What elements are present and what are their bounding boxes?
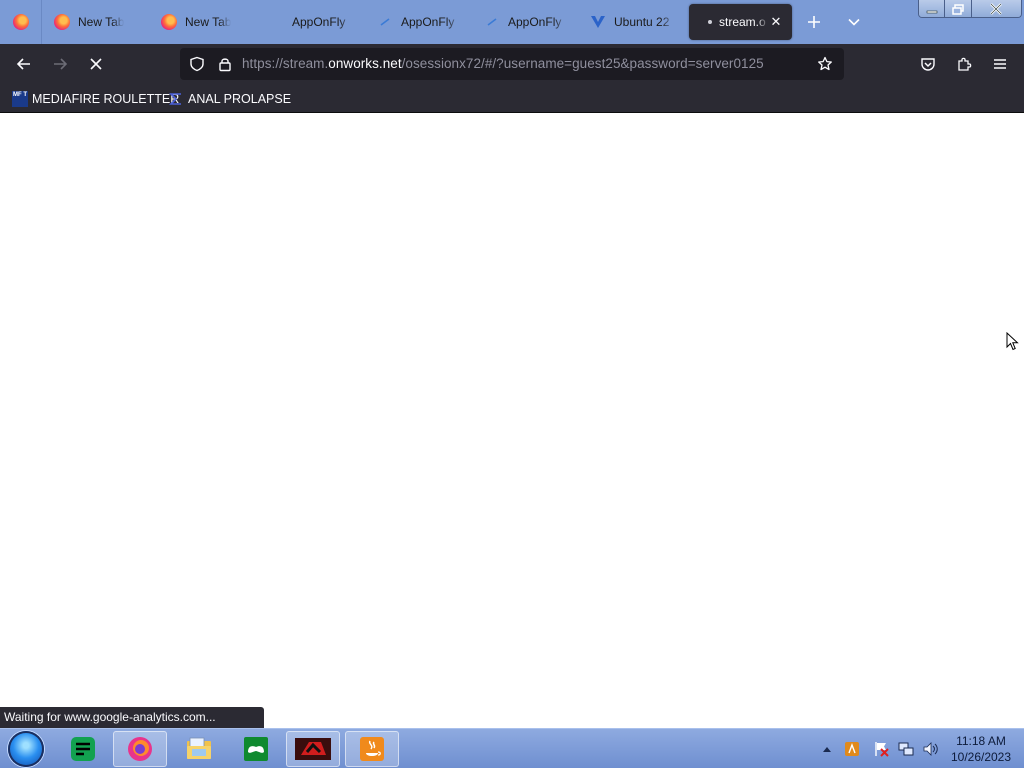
speaker-icon [923, 742, 938, 756]
mediafire-favicon: MF T [12, 91, 28, 107]
back-button[interactable] [10, 50, 38, 78]
close-icon [990, 3, 1003, 15]
triangle-up-icon [823, 747, 831, 752]
loading-dot-icon [707, 14, 713, 30]
bookmarks-toolbar: MF T MEDIAFIRE ROULETTER ANAL PROLAPSE [0, 84, 1024, 113]
lock-icon[interactable] [217, 56, 233, 72]
bookmark-star-icon[interactable] [817, 56, 833, 72]
taskbar-planner[interactable] [56, 731, 110, 767]
clock-date: 10/26/2023 [950, 750, 1012, 764]
url-bar[interactable]: https://stream.onworks.net/osessionx72/#… [180, 48, 844, 80]
close-tab-icon[interactable]: ✕ [768, 14, 784, 30]
taskbar-file-explorer[interactable] [172, 731, 226, 767]
arrow-right-icon [54, 58, 68, 70]
mouse-cursor-icon [1006, 332, 1019, 351]
tray-action-center[interactable] [873, 741, 889, 757]
show-hidden-icons[interactable] [819, 741, 835, 757]
xbox-icon [244, 737, 268, 761]
pocket-icon [921, 58, 935, 71]
firefox-icon [128, 737, 152, 761]
firefox-view-button[interactable] [0, 0, 42, 44]
planner-icon [71, 737, 95, 761]
url-host: onworks.net [328, 56, 402, 71]
url-prefix: https://stream. [242, 56, 329, 71]
tab-label: New Tab [185, 15, 232, 29]
taskbar-xbox[interactable] [229, 731, 283, 767]
url-path: /osessionx72/#/?username=guest25&passwor… [401, 56, 764, 71]
tab-label: stream.o [719, 15, 766, 29]
hamburger-menu-icon [994, 59, 1006, 69]
tray-app-icon [845, 742, 859, 756]
restore-icon [952, 3, 964, 15]
restore-button[interactable] [945, 0, 972, 17]
tab-label: AppOnFly [292, 15, 346, 29]
tab-new-tab-1[interactable]: New Tab [54, 4, 154, 40]
list-all-tabs-button[interactable] [840, 8, 868, 36]
tab-ubuntu[interactable]: Ubuntu 22 [590, 4, 676, 40]
arrow-left-icon [16, 58, 30, 70]
tab-apponfly-1[interactable]: AppOnFly [268, 4, 356, 40]
pocket-button[interactable] [914, 50, 942, 78]
chevron-down-icon [848, 18, 860, 26]
taskbar-media-app[interactable] [286, 731, 340, 767]
status-panel: Waiting for www.google-analytics.com... [0, 707, 264, 728]
tab-label: AppOnFly [508, 15, 562, 29]
apponfly-icon [377, 14, 393, 30]
puzzle-icon [958, 57, 972, 71]
tab-new-tab-2[interactable]: New Tab [161, 4, 261, 40]
shield-icon[interactable] [189, 56, 205, 72]
apponfly-icon [484, 14, 500, 30]
window-controls [918, 0, 1022, 18]
taskbar: 11:18 AM 10/26/2023 [0, 728, 1024, 768]
blank-icon [268, 14, 284, 30]
url-text[interactable]: https://stream.onworks.net/osessionx72/#… [242, 56, 764, 71]
stop-loading-button[interactable] [82, 50, 110, 78]
file-explorer-icon [187, 737, 211, 759]
navigation-toolbar: https://stream.onworks.net/osessionx72/#… [0, 44, 1024, 84]
stop-icon [90, 58, 102, 70]
bookmark-label: ANAL PROLAPSE [188, 92, 292, 106]
media-app-icon [295, 738, 331, 760]
firefox-icon [54, 14, 70, 30]
flag-icon [875, 742, 889, 757]
tab-label: New Tab [78, 15, 125, 29]
tab-label: AppOnFly [401, 15, 455, 29]
app-menu-button[interactable] [986, 50, 1014, 78]
firefox-icon [12, 14, 29, 30]
bookmark-anal-prolapse[interactable]: ANAL PROLAPSE [168, 89, 291, 109]
taskbar-clock[interactable]: 11:18 AM 10/26/2023 [948, 733, 1014, 765]
tab-strip: New Tab New Tab AppOnFly AppOnFly AppOnF… [0, 0, 1024, 44]
plus-icon [808, 16, 820, 28]
tab-apponfly-2[interactable]: AppOnFly [377, 4, 461, 40]
firefox-icon [161, 14, 177, 30]
forward-button[interactable] [46, 50, 74, 78]
clock-time: 11:18 AM [956, 734, 1006, 748]
java-icon [360, 737, 384, 761]
close-window-button[interactable] [971, 0, 1021, 17]
tab-apponfly-3[interactable]: AppOnFly [484, 4, 568, 40]
bookmark-label: MEDIAFIRE ROULETTER [32, 92, 180, 106]
tray-volume[interactable] [922, 741, 938, 757]
tab-stream-active[interactable]: stream.o ✕ [689, 4, 792, 40]
sigma-icon [169, 93, 181, 105]
start-button[interactable] [6, 731, 46, 767]
tray-network[interactable] [898, 741, 914, 757]
taskbar-firefox[interactable] [113, 731, 167, 767]
start-orb-icon [8, 731, 44, 767]
page-content-area[interactable] [0, 113, 1024, 728]
ubuntu-v-icon [590, 14, 606, 30]
new-tab-button[interactable] [800, 8, 828, 36]
network-icon [898, 742, 914, 756]
extensions-button[interactable] [950, 50, 978, 78]
minimize-button[interactable] [919, 0, 946, 17]
tray-app[interactable] [844, 741, 860, 757]
bookmark-mediafire-rouletter[interactable]: MF T MEDIAFIRE ROULETTER [12, 89, 179, 109]
taskbar-java[interactable] [345, 731, 399, 767]
tab-label: Ubuntu 22 [614, 15, 670, 29]
minimize-icon [926, 10, 938, 14]
